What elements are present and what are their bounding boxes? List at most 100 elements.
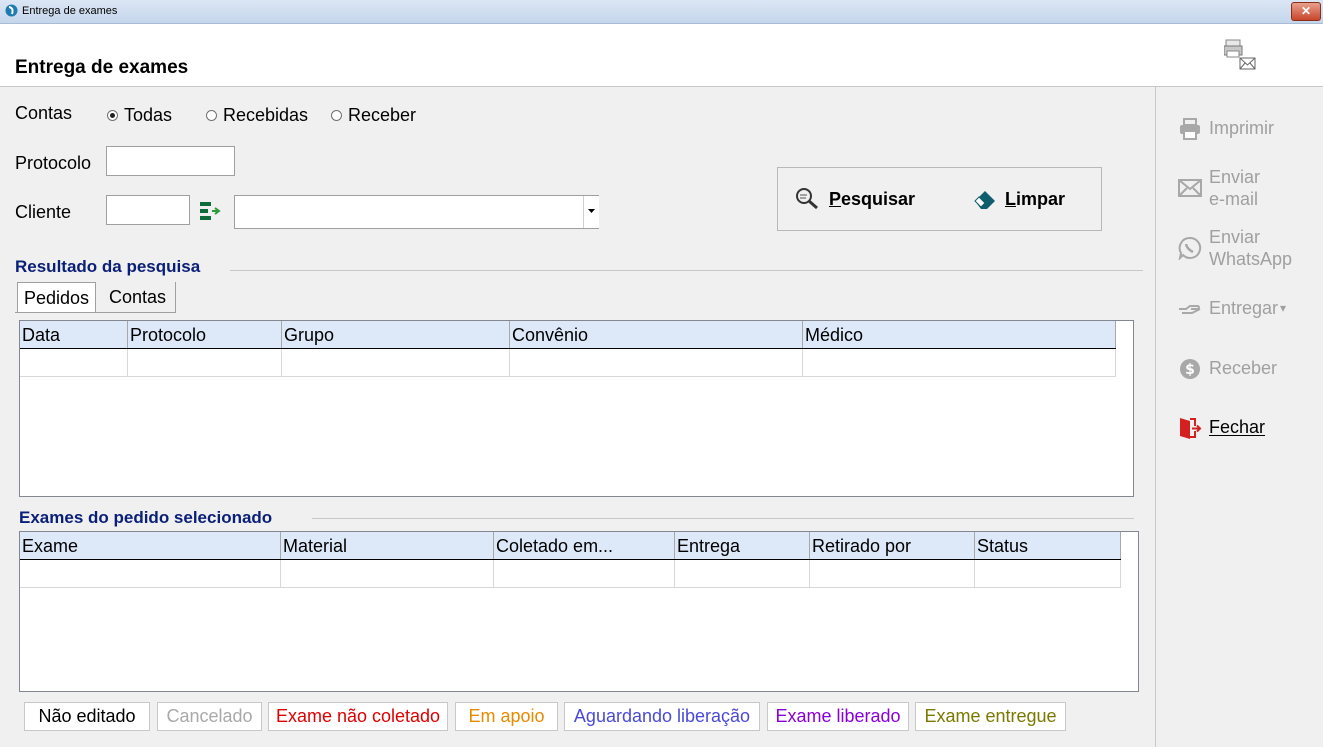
limpar-label-hotkey: L: [1005, 188, 1016, 209]
column-header-entrega[interactable]: Entrega: [675, 532, 810, 559]
window-title-bar: Entrega de exames ✕: [0, 0, 1323, 24]
column-header-coletado-em[interactable]: Coletado em...: [494, 532, 675, 559]
page-header: Entrega de exames: [0, 24, 1323, 87]
table-cell[interactable]: [494, 560, 675, 587]
table-cell[interactable]: [510, 349, 803, 376]
entregar-button[interactable]: Entregar ▾: [1178, 297, 1286, 321]
legend-exame-nao-coletado: Exame não coletado: [268, 702, 448, 731]
eraser-icon: [974, 191, 995, 209]
exams-title: Exames do pedido selecionado: [19, 508, 277, 528]
exames-grid[interactable]: Exame Material Coletado em... Entrega Re…: [19, 531, 1139, 692]
pedidos-grid-header: Data Protocolo Grupo Convênio Médico: [20, 321, 1116, 349]
pedidos-grid[interactable]: Data Protocolo Grupo Convênio Médico: [19, 320, 1134, 497]
dollar-coin-icon: $: [1180, 359, 1200, 379]
radio-todas-label: Todas: [124, 105, 173, 125]
app-logo-icon: [5, 4, 18, 17]
table-cell[interactable]: [675, 560, 810, 587]
chevron-down-icon: ▾: [1280, 301, 1287, 315]
column-header-exame[interactable]: Exame: [20, 532, 281, 559]
window-title: Entrega de exames: [22, 5, 118, 17]
exames-grid-header: Exame Material Coletado em... Entrega Re…: [20, 532, 1121, 560]
protocolo-label: Protocolo: [15, 153, 92, 173]
radio-recebidas-indicator: [206, 110, 217, 121]
column-header-retirado-por[interactable]: Retirado por: [810, 532, 975, 559]
legend-exame-liberado: Exame liberado: [767, 702, 909, 731]
receber-label: Receber: [1209, 358, 1278, 378]
table-cell[interactable]: [281, 560, 494, 587]
column-header-convenio[interactable]: Convênio: [510, 321, 803, 348]
enviar-whatsapp-button[interactable]: Enviar WhatsApp: [1178, 226, 1292, 270]
pesquisar-label-rest: esquisar: [841, 188, 916, 209]
search-icon: [796, 188, 818, 210]
exit-door-icon: [1180, 418, 1202, 439]
radio-receber[interactable]: Receber: [331, 105, 416, 126]
protocolo-input[interactable]: [106, 146, 235, 176]
side-actions-panel: Imprimir Enviar e-mail Enviar WhatsApp E…: [1155, 87, 1323, 747]
limpar-label-rest: impar: [1016, 188, 1066, 209]
radio-receber-label: Receber: [348, 105, 417, 125]
table-cell[interactable]: [803, 349, 1116, 376]
hand-deliver-icon: [1179, 305, 1201, 314]
print-mail-icon[interactable]: [1224, 38, 1258, 72]
entregar-label: Entregar: [1209, 298, 1279, 318]
legend-aguardando-liberacao: Aguardando liberação: [564, 702, 760, 731]
pesquisar-button[interactable]: Pesquisar: [795, 187, 915, 211]
table-row[interactable]: [20, 560, 1121, 588]
tab-separator: [175, 282, 176, 312]
column-header-material[interactable]: Material: [281, 532, 494, 559]
results-divider: [230, 270, 1143, 271]
close-icon: ✕: [1300, 4, 1312, 18]
radio-receber-indicator: [331, 110, 342, 121]
pesquisar-label-hotkey: P: [829, 188, 842, 209]
fechar-label: Fechar: [1209, 416, 1265, 438]
mail-icon: [1178, 179, 1202, 197]
fechar-label-rest: echar: [1220, 417, 1266, 437]
column-header-status[interactable]: Status: [975, 532, 1121, 559]
limpar-button[interactable]: Limpar: [973, 187, 1065, 211]
legend-exame-entregue: Exame entregue: [915, 702, 1066, 731]
table-row[interactable]: [20, 349, 1116, 377]
fechar-button[interactable]: Fechar: [1178, 416, 1265, 440]
window-close-button[interactable]: ✕: [1291, 2, 1321, 21]
column-header-protocolo[interactable]: Protocolo: [128, 321, 282, 348]
svg-text:$: $: [1185, 362, 1195, 378]
radio-recebidas-label: Recebidas: [223, 105, 309, 125]
table-cell[interactable]: [128, 349, 282, 376]
enviar-whatsapp-label: Enviar WhatsApp: [1209, 227, 1293, 269]
column-header-medico[interactable]: Médico: [803, 321, 1116, 348]
column-header-data[interactable]: Data: [20, 321, 128, 348]
table-cell[interactable]: [282, 349, 510, 376]
receber-button[interactable]: $ Receber: [1178, 357, 1277, 381]
table-cell[interactable]: [975, 560, 1121, 587]
page-title: Entrega de exames: [15, 57, 189, 78]
table-cell[interactable]: [20, 349, 128, 376]
column-header-grupo[interactable]: Grupo: [282, 321, 510, 348]
table-cell[interactable]: [810, 560, 975, 587]
radio-todas[interactable]: Todas: [107, 105, 172, 126]
imprimir-label: Imprimir: [1209, 118, 1274, 138]
imprimir-button[interactable]: Imprimir: [1178, 117, 1274, 141]
cliente-label: Cliente: [15, 202, 72, 222]
cliente-code-input[interactable]: [106, 195, 190, 225]
contas-label: Contas: [15, 103, 73, 123]
enviar-email-button[interactable]: Enviar e-mail: [1178, 166, 1260, 210]
legend-cancelado: Cancelado: [157, 702, 262, 731]
chevron-down-icon: [588, 209, 595, 213]
legend-nao-editado: Não editado: [24, 702, 150, 731]
limpar-label: Limpar: [1005, 189, 1065, 210]
fechar-label-hotkey: F: [1209, 417, 1220, 437]
pesquisar-label: Pesquisar: [829, 189, 915, 210]
enviar-email-label: Enviar e-mail: [1209, 167, 1261, 209]
legend-em-apoio: Em apoio: [455, 702, 558, 731]
tab-pedidos[interactable]: Pedidos: [17, 282, 97, 312]
cliente-select[interactable]: [234, 195, 599, 229]
tab-contas[interactable]: Contas: [103, 282, 172, 312]
table-cell[interactable]: [20, 560, 281, 587]
radio-recebidas[interactable]: Recebidas: [206, 105, 308, 126]
radio-todas-indicator: [107, 110, 118, 121]
cliente-select-dropdown-button[interactable]: [583, 196, 599, 228]
whatsapp-icon: [1178, 236, 1202, 260]
client-lookup-icon[interactable]: [199, 200, 223, 224]
printer-icon: [1180, 118, 1200, 140]
results-title: Resultado da pesquisa: [15, 257, 205, 277]
